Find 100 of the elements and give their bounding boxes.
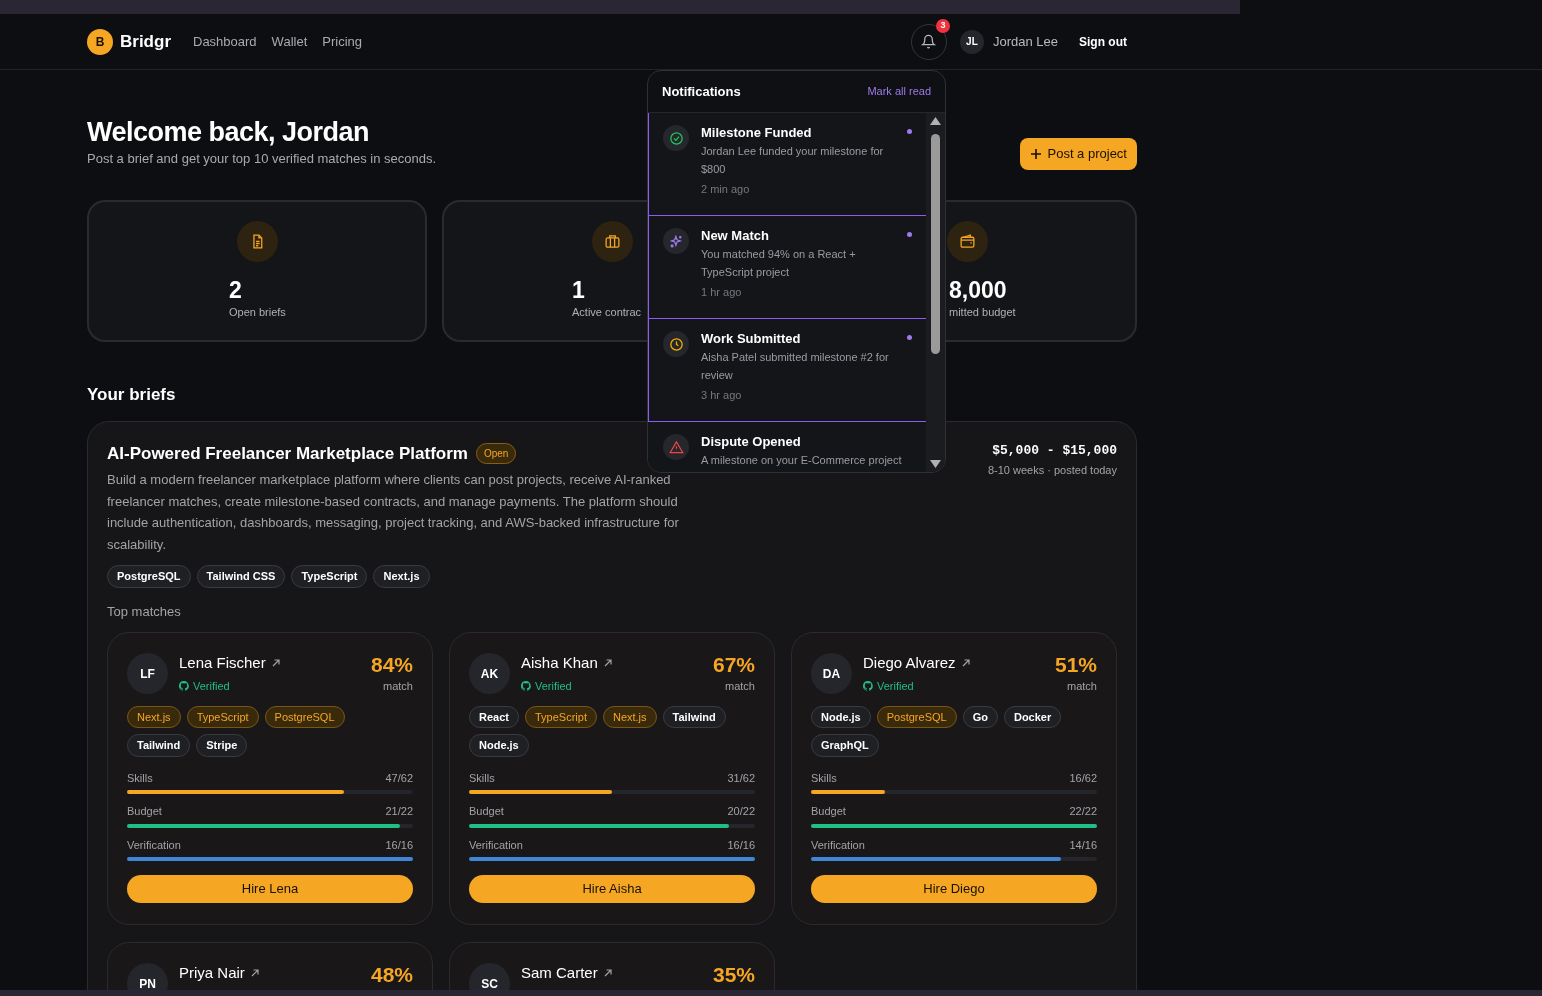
nav-link[interactable]: Dashboard bbox=[193, 31, 257, 52]
skill-tag: Tailwind CSS bbox=[196, 565, 286, 588]
notification-title: Dispute Opened bbox=[701, 434, 802, 450]
brief-title: AI-Powered Freelancer Marketplace Platform bbox=[107, 442, 468, 465]
verified-label: Verified bbox=[193, 678, 230, 694]
notification-text: Aisha Patel submitted milestone #2 for review bbox=[701, 350, 890, 383]
external-link-icon bbox=[961, 659, 970, 668]
skill-tag: GraphQL bbox=[811, 734, 879, 757]
stat-label: Open briefs bbox=[229, 305, 286, 320]
score-value: 31/62 bbox=[727, 770, 755, 786]
notification-text: You matched 94% on a React + TypeScript project bbox=[701, 247, 857, 280]
logo-icon: B bbox=[87, 28, 113, 55]
notification-title: New Match bbox=[701, 228, 770, 244]
notification-item[interactable]: Work Submitted Aisha Patel submitted milestone #2 for review 3 hr ago bbox=[648, 319, 927, 422]
score-value: 16/16 bbox=[385, 837, 413, 853]
score-label: Budget bbox=[811, 804, 846, 819]
score-label: Skills bbox=[811, 770, 837, 786]
status-badge: Open bbox=[475, 442, 517, 464]
skill-tag: PostgreSQL bbox=[264, 705, 345, 728]
brand-name: Bridgr bbox=[120, 30, 171, 53]
github-icon bbox=[863, 680, 873, 691]
nav-link[interactable]: Pricing bbox=[322, 31, 362, 52]
user-avatar: JL bbox=[959, 29, 984, 54]
scroll-up-icon bbox=[930, 117, 942, 125]
skill-tag: Node.js bbox=[469, 734, 529, 757]
warning-icon bbox=[668, 439, 684, 455]
skill-tag: Stripe bbox=[196, 734, 248, 757]
hire-button[interactable]: Hire Diego bbox=[811, 875, 1097, 903]
skill-tag: TypeScript bbox=[186, 705, 259, 728]
page-title: Welcome back, Jordan bbox=[87, 116, 370, 148]
notification-item[interactable]: Dispute Opened A milestone on your E-Commerce project bbox=[648, 422, 927, 472]
skill-tag: Tailwind bbox=[127, 734, 191, 757]
scrollbar[interactable] bbox=[926, 113, 945, 472]
score-label: Budget bbox=[469, 804, 504, 819]
notification-title: Milestone Funded bbox=[701, 125, 813, 141]
score-value: 14/16 bbox=[1069, 837, 1097, 853]
mark-all-read-link[interactable]: Mark all read bbox=[867, 83, 931, 100]
brief-meta: 8-10 weeks · posted today bbox=[987, 463, 1117, 478]
score-value: 22/22 bbox=[1069, 804, 1097, 819]
github-icon bbox=[179, 680, 189, 691]
notification-item[interactable]: Milestone Funded Jordan Lee funded your milestone for $800 2 min ago bbox=[648, 113, 927, 216]
sparkle-icon bbox=[668, 233, 684, 249]
score-value: 16/62 bbox=[1069, 770, 1097, 786]
score-value: 16/16 bbox=[727, 837, 755, 853]
score-value: 21/22 bbox=[385, 804, 413, 819]
skill-tag: TypeScript bbox=[291, 565, 368, 588]
scroll-down-icon bbox=[930, 460, 942, 468]
bell-icon bbox=[921, 34, 937, 49]
match-percent: 48% bbox=[370, 962, 413, 988]
scrollbar-thumb[interactable] bbox=[931, 134, 941, 354]
skill-tag: Docker bbox=[1003, 705, 1062, 728]
external-link-icon bbox=[250, 969, 259, 978]
hire-button[interactable]: Hire Aisha bbox=[469, 875, 755, 903]
match-percent: 67% bbox=[712, 652, 755, 678]
score-label: Budget bbox=[127, 804, 162, 819]
post-project-button[interactable]: Post a project bbox=[1019, 138, 1137, 170]
skill-tag: PostgreSQL bbox=[107, 565, 191, 588]
plus-icon bbox=[1029, 148, 1042, 160]
notification-item[interactable]: New Match You matched 94% on a React + TypeScript project 1 hr ago bbox=[648, 216, 927, 319]
stat-label: Active contrac bbox=[572, 305, 642, 320]
skill-tag: Next.js bbox=[373, 565, 430, 588]
freelancer-name[interactable]: Diego Alvarez bbox=[863, 652, 956, 675]
freelancer-name[interactable]: Priya Nair bbox=[179, 962, 245, 985]
score-label: Verification bbox=[469, 837, 523, 853]
score-value: 20/22 bbox=[727, 804, 755, 819]
skill-tag: Next.js bbox=[602, 705, 657, 728]
score-label: Verification bbox=[811, 837, 865, 853]
notification-text: A milestone on your E-Commerce project bbox=[701, 453, 903, 468]
freelancer-name[interactable]: Aisha Khan bbox=[521, 652, 598, 675]
notification-time: 3 hr ago bbox=[701, 388, 743, 403]
external-link-icon bbox=[271, 659, 280, 668]
user-name: Jordan Lee bbox=[992, 32, 1058, 51]
sign-out-link[interactable]: Sign out bbox=[1079, 32, 1127, 51]
score-value: 47/62 bbox=[385, 770, 413, 786]
external-link-icon bbox=[603, 969, 612, 978]
skill-tag: Next.js bbox=[127, 705, 181, 728]
avatar: AK bbox=[469, 653, 510, 694]
skill-tag: Tailwind bbox=[662, 705, 726, 728]
briefcase-icon bbox=[603, 233, 621, 250]
freelancer-name[interactable]: Sam Carter bbox=[521, 962, 598, 985]
verified-label: Verified bbox=[877, 678, 914, 694]
avatar: LF bbox=[127, 653, 168, 694]
match-label: match bbox=[724, 679, 755, 694]
stat-value: 2 bbox=[229, 276, 242, 304]
nav-link[interactable]: Wallet bbox=[271, 31, 308, 52]
page-subtitle: Post a brief and get your top 10 verified matches in seconds. bbox=[87, 150, 437, 168]
match-percent: 35% bbox=[712, 962, 755, 988]
hire-button[interactable]: Hire Lena bbox=[127, 875, 413, 903]
match-percent: 84% bbox=[370, 652, 413, 678]
section-title: Your briefs bbox=[87, 384, 176, 406]
notification-title: Work Submitted bbox=[701, 331, 802, 347]
notification-count: 3 bbox=[935, 18, 950, 33]
top-matches-label: Top matches bbox=[107, 602, 181, 621]
avatar: SC bbox=[469, 963, 510, 990]
freelancer-name[interactable]: Lena Fischer bbox=[179, 652, 266, 675]
panel-title: Notifications bbox=[662, 82, 741, 101]
avatar: DA bbox=[811, 653, 852, 694]
verified-label: Verified bbox=[535, 678, 572, 694]
score-label: Skills bbox=[127, 770, 153, 786]
avatar: PN bbox=[127, 963, 168, 990]
